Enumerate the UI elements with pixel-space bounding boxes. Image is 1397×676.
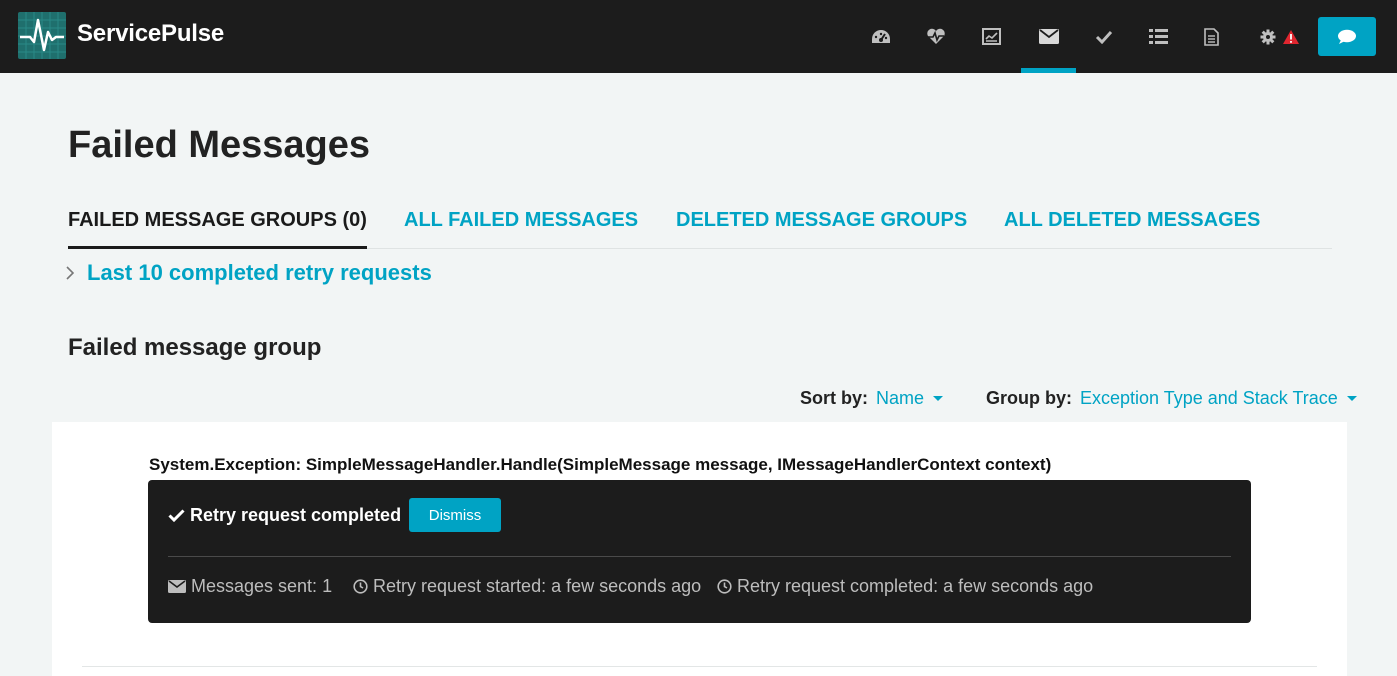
nav-monitoring-chart-icon[interactable] xyxy=(964,0,1019,73)
caret-down-icon[interactable] xyxy=(1346,395,1357,401)
tab-deleted-message-groups[interactable]: DELETED MESSAGE GROUPS xyxy=(676,205,967,249)
retry-status-text: Retry request completed xyxy=(190,505,402,525)
clock-icon xyxy=(353,579,368,594)
retry-history-toggle[interactable]: Last 10 completed retry requests xyxy=(66,258,432,288)
tabs-bar: FAILED MESSAGE GROUPS (0) ALL FAILED MES… xyxy=(68,205,1332,249)
caret-down-icon[interactable] xyxy=(933,395,944,401)
retry-started-info: Retry request started: a few seconds ago xyxy=(353,576,701,597)
section-title: Failed message group xyxy=(68,334,322,361)
retry-history-link[interactable]: Last 10 completed retry requests xyxy=(87,260,432,286)
divider xyxy=(168,556,1231,557)
sort-by-label: Sort by: xyxy=(800,387,869,408)
chevron-right-icon xyxy=(66,258,82,288)
clock-icon xyxy=(717,579,732,594)
gear-icon xyxy=(1260,29,1276,44)
nav-heartbeat-icon[interactable] xyxy=(908,0,963,73)
sort-by-control[interactable]: Sort by: Name xyxy=(800,386,944,410)
check-icon xyxy=(168,509,185,522)
chat-bubble-icon xyxy=(1338,29,1356,44)
nav-dashboard-gauge-icon[interactable] xyxy=(853,0,908,73)
retry-status-panel: Retry request completed Dismiss Messages… xyxy=(148,480,1251,623)
page-title: Failed Messages xyxy=(68,124,371,166)
nav-configuration[interactable] xyxy=(1250,0,1310,73)
tab-all-failed-messages[interactable]: ALL FAILED MESSAGES xyxy=(404,205,638,249)
retry-completed-info: Retry request completed: a few seconds a… xyxy=(717,576,1093,597)
nav-check-icon[interactable] xyxy=(1076,0,1131,73)
nav-document-icon[interactable] xyxy=(1184,0,1239,73)
retry-started-text: Retry request started: a few seconds ago xyxy=(373,576,702,596)
divider xyxy=(82,666,1317,667)
group-exception-title[interactable]: System.Exception: SimpleMessageHandler.H… xyxy=(149,455,1051,475)
tab-failed-message-groups[interactable]: FAILED MESSAGE GROUPS (0) xyxy=(68,205,367,249)
sort-by-dropdown[interactable]: Name xyxy=(876,388,924,409)
envelope-icon xyxy=(168,580,186,593)
failed-message-group-card: System.Exception: SimpleMessageHandler.H… xyxy=(52,422,1347,676)
retry-completed-text: Retry request completed: a few seconds a… xyxy=(737,576,1094,596)
messages-sent-text: Messages sent: 1 xyxy=(191,576,333,596)
dismiss-button[interactable]: Dismiss xyxy=(409,498,501,532)
top-navbar: ServicePulse xyxy=(0,0,1397,73)
tab-all-deleted-messages[interactable]: ALL DELETED MESSAGES xyxy=(1004,205,1260,249)
app-brand-name[interactable]: ServicePulse xyxy=(77,20,224,48)
group-by-control[interactable]: Group by: Exception Type and Stack Trace xyxy=(986,386,1357,410)
warning-triangle-icon xyxy=(1283,29,1299,44)
group-by-label: Group by: xyxy=(986,387,1072,408)
nav-list-icon[interactable] xyxy=(1131,0,1186,73)
group-by-dropdown[interactable]: Exception Type and Stack Trace xyxy=(1080,388,1338,409)
nav-envelope-icon[interactable] xyxy=(1021,0,1076,73)
servicepulse-logo-icon[interactable] xyxy=(18,12,66,59)
feedback-chat-button[interactable] xyxy=(1318,17,1376,56)
retry-status: Retry request completed xyxy=(168,505,401,526)
messages-sent-info: Messages sent: 1 xyxy=(168,576,332,597)
